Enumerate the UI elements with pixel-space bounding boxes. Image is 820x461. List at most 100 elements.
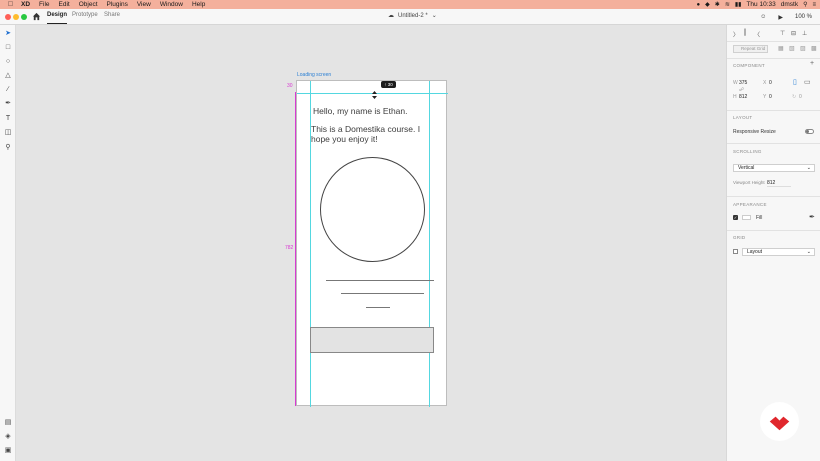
- heading-text[interactable]: Hello, my name is Ethan.: [313, 106, 441, 116]
- width-value[interactable]: 375: [739, 80, 747, 86]
- grid-section-title: GRID: [733, 235, 746, 240]
- boolean-add-icon[interactable]: ▦: [778, 45, 784, 52]
- eyedropper-icon[interactable]: ✒: [809, 213, 815, 221]
- zoom-level[interactable]: 100 %: [795, 14, 812, 20]
- user-name[interactable]: dmstk: [781, 1, 798, 8]
- tab-prototype[interactable]: Prototype: [72, 12, 98, 18]
- x-value[interactable]: 0: [769, 80, 772, 86]
- menu-file[interactable]: File: [39, 1, 49, 8]
- menu-list-icon[interactable]: ≡: [812, 2, 816, 8]
- subtext[interactable]: This is a Domestika course. I hope you e…: [311, 124, 426, 144]
- home-icon[interactable]: [32, 12, 41, 21]
- landscape-icon[interactable]: ▭: [804, 78, 811, 86]
- clock[interactable]: Thu 10:33: [746, 1, 775, 8]
- text-tool-icon[interactable]: T: [4, 115, 12, 123]
- menu-window[interactable]: Window: [160, 1, 183, 8]
- menu-bar:  XD File Edit Object Plugins View Windo…: [0, 0, 820, 9]
- boolean-intersect-icon[interactable]: ▨: [800, 45, 806, 52]
- repeat-grid-button[interactable]: Repeat Grid: [733, 45, 768, 53]
- battery-icon[interactable]: ▮▮: [735, 1, 742, 8]
- divider: [727, 58, 820, 59]
- grid-type-dropdown[interactable]: Layout ⌄: [742, 248, 815, 256]
- menu-help[interactable]: Help: [192, 1, 205, 8]
- document-title-label: Untitled-2 *: [398, 12, 428, 19]
- scrolling-value: Vertical: [738, 165, 755, 171]
- line-long[interactable]: [326, 280, 434, 281]
- maximize-window-button[interactable]: [21, 14, 27, 20]
- artboard-tool-icon[interactable]: ◫: [4, 129, 12, 137]
- y-value[interactable]: 0: [769, 94, 772, 100]
- button-placeholder[interactable]: [310, 327, 434, 353]
- bluetooth-icon[interactable]: ✱: [715, 1, 720, 8]
- boolean-subtract-icon[interactable]: ▧: [789, 45, 795, 52]
- menu-plugins[interactable]: Plugins: [107, 1, 128, 8]
- toggle-knob: [806, 130, 809, 133]
- plugins-icon[interactable]: ▣: [4, 447, 12, 455]
- fill-checkbox[interactable]: ✓: [733, 215, 738, 220]
- search-icon[interactable]: ⚲: [803, 1, 807, 8]
- chevron-down-icon: ⌄: [806, 249, 811, 255]
- fill-swatch[interactable]: [742, 215, 751, 220]
- divider: [727, 143, 820, 144]
- appearance-section-title: APPEARANCE: [733, 202, 767, 207]
- resize-handle-icon[interactable]: [371, 91, 378, 99]
- tab-design[interactable]: Design: [47, 12, 68, 24]
- align-middle-icon[interactable]: ⊟: [791, 30, 796, 37]
- responsive-resize-toggle[interactable]: [805, 129, 814, 134]
- scrolling-dropdown[interactable]: Vertical ⌄: [733, 164, 815, 172]
- document-title[interactable]: ☁ Untitled-2 * ⌄: [388, 12, 437, 20]
- polygon-tool-icon[interactable]: △: [4, 72, 12, 80]
- responsive-resize-label: Responsive Resize: [733, 129, 776, 135]
- circle-placeholder[interactable]: [320, 157, 425, 262]
- artboard[interactable]: Hello, my name is Ethan. This is a Domes…: [296, 80, 448, 407]
- line-tool-icon[interactable]: ∕: [4, 86, 12, 94]
- component-section-title: COMPONENT: [733, 63, 765, 68]
- dropbox-icon[interactable]: ◆: [705, 1, 710, 8]
- close-window-button[interactable]: [5, 14, 11, 20]
- align-center-icon[interactable]: ║: [743, 30, 747, 36]
- portrait-icon[interactable]: ▯: [793, 78, 797, 86]
- apple-icon[interactable]: : [6, 1, 15, 8]
- rotation-icon: ↻: [792, 94, 797, 100]
- user-profile-icon[interactable]: ☺: [760, 14, 766, 20]
- height-label: H: [733, 94, 737, 100]
- app-header: Design Prototype Share ☁ Untitled-2 * ⌄ …: [0, 9, 820, 25]
- align-left-icon[interactable]: 〉: [733, 30, 739, 39]
- creative-cloud-icon[interactable]: ●: [697, 2, 701, 8]
- menu-object[interactable]: Object: [79, 1, 98, 8]
- artboard-name[interactable]: Loading screen: [297, 72, 331, 78]
- line-medium[interactable]: [341, 293, 424, 294]
- y-label: Y: [763, 94, 767, 100]
- menu-edit[interactable]: Edit: [59, 1, 70, 8]
- x-label: X: [763, 80, 767, 86]
- align-bottom-icon[interactable]: ⊥: [802, 30, 807, 37]
- play-preview-icon[interactable]: ▶: [778, 14, 783, 21]
- line-short[interactable]: [366, 307, 390, 308]
- zoom-tool-icon[interactable]: ⚲: [4, 144, 12, 152]
- viewport-height-value[interactable]: 812: [767, 180, 791, 187]
- wifi-icon[interactable]: ≋: [725, 1, 730, 8]
- minimize-window-button[interactable]: [13, 14, 19, 20]
- ellipse-tool-icon[interactable]: ○: [4, 58, 12, 66]
- pen-tool-icon[interactable]: ✒: [4, 100, 12, 108]
- align-top-icon[interactable]: ⊤: [780, 30, 785, 37]
- divider: [727, 41, 820, 42]
- rotation-value[interactable]: 0: [799, 94, 802, 100]
- fill-label: Fill: [756, 215, 763, 221]
- lock-aspect-icon[interactable]: ☍: [739, 87, 744, 93]
- align-right-icon[interactable]: 〈: [754, 30, 760, 39]
- grid-checkbox[interactable]: [733, 249, 738, 254]
- divider: [727, 196, 820, 197]
- add-component-icon[interactable]: +: [810, 60, 814, 67]
- boolean-exclude-icon[interactable]: ▩: [811, 45, 817, 52]
- guide-height-label: 782: [285, 245, 294, 251]
- rectangle-tool-icon[interactable]: □: [4, 44, 12, 52]
- menu-app-name[interactable]: XD: [21, 1, 30, 8]
- tab-share[interactable]: Share: [104, 12, 120, 18]
- select-tool-icon[interactable]: ➤: [4, 30, 12, 38]
- assets-icon[interactable]: ▤: [4, 419, 12, 427]
- layers-icon[interactable]: ◈: [4, 433, 12, 441]
- height-value[interactable]: 812: [739, 94, 747, 100]
- menu-view[interactable]: View: [137, 1, 151, 8]
- divider: [727, 230, 820, 231]
